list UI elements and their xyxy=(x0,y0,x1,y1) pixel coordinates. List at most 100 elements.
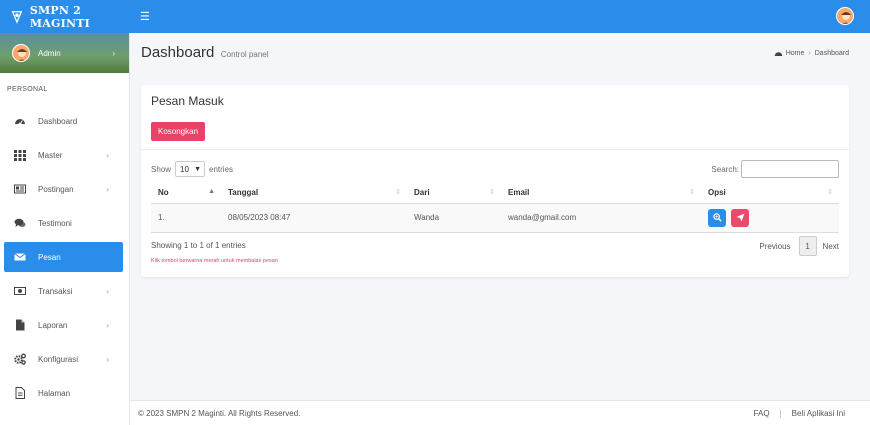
sidebar-item-label: Postingan xyxy=(38,184,74,194)
sidebar-item-label: Konfigurasi xyxy=(38,354,79,364)
sidebar-item-label: Transaksi xyxy=(38,286,73,296)
user-avatar[interactable] xyxy=(836,7,854,25)
sidebar-user-avatar xyxy=(12,44,30,62)
sort-icon: ⇕ xyxy=(827,189,833,196)
hamburger-menu-icon[interactable]: ☰ xyxy=(140,10,150,23)
sidebar-item-master[interactable]: Master › xyxy=(4,140,123,170)
content-header: Dashboard Control panel Home › Dashboard xyxy=(141,44,849,64)
breadcrumb: Home › Dashboard xyxy=(774,49,849,57)
sidebar-item-label: Laporan xyxy=(38,320,68,330)
show-label: Show xyxy=(151,164,172,174)
brand-name: SMPN 2 MAGINTI xyxy=(29,3,90,30)
top-navbar: SMPN 2 MAGINTI ☰ xyxy=(0,0,870,33)
show-entries: Show 10 ▼ entries xyxy=(151,161,233,177)
entries-value: 10 xyxy=(180,164,189,174)
sidebar-item-label: Dashboard xyxy=(38,116,78,126)
cell-tanggal: 08/05/2023 08:47 xyxy=(221,203,407,233)
pagination: Previous 1 Next xyxy=(753,236,839,256)
user-panel[interactable]: Admin › xyxy=(0,33,129,73)
breadcrumb-separator: › xyxy=(808,49,811,57)
sidebar-item-konfigurasi[interactable]: Konfigurasi › xyxy=(4,344,123,374)
reply-message-button[interactable] xyxy=(731,208,750,227)
pagination-previous[interactable]: Previous xyxy=(759,242,790,251)
sidebar-item-label: Testimoni xyxy=(38,218,72,228)
sort-icon: ⇕ xyxy=(689,189,695,196)
search-input[interactable] xyxy=(741,160,839,178)
entries-select[interactable]: 10 ▼ xyxy=(175,161,206,177)
sidebar-item-testimoni[interactable]: Testimoni xyxy=(4,208,123,238)
column-header-dari[interactable]: Dari ⇕ xyxy=(407,183,501,204)
sidebar: Admin › PERSONAL Dashboard Master › Post… xyxy=(0,33,130,425)
column-header-tanggal[interactable]: Tanggal ⇕ xyxy=(221,183,407,204)
footer-link-beli[interactable]: Beli Aplikasi Ini xyxy=(792,409,845,418)
breadcrumb-home[interactable]: Home xyxy=(786,50,805,57)
sidebar-item-laporan[interactable]: Laporan › xyxy=(4,310,123,340)
money-icon xyxy=(14,285,26,297)
box-title: Pesan Masuk xyxy=(151,94,224,108)
cell-opsi xyxy=(701,203,839,233)
sidebar-item-halaman[interactable]: Halaman xyxy=(4,378,123,408)
sidebar-item-pesan[interactable]: Pesan xyxy=(4,242,123,272)
reply-note: Klik tombol berwarna merah untuk membala… xyxy=(151,258,278,264)
chevron-right-icon: › xyxy=(112,48,115,58)
sidebar-item-label: Master xyxy=(38,150,63,160)
cell-email: wanda@gmail.com xyxy=(501,203,701,233)
avatar-face-icon xyxy=(837,8,853,24)
table-row: 1. 08/05/2023 08:47 Wanda wanda@gmail.co… xyxy=(151,203,839,233)
comments-icon xyxy=(14,217,26,229)
sidebar-item-label: Pesan xyxy=(38,252,61,262)
footer-link-faq[interactable]: FAQ xyxy=(754,409,770,418)
grid-icon xyxy=(14,149,26,161)
envelope-icon xyxy=(14,251,26,263)
pagination-next[interactable]: Next xyxy=(823,242,839,251)
sort-icon: ⇕ xyxy=(489,189,495,196)
kosongkan-button[interactable]: Kosongkan xyxy=(151,122,206,141)
table-header-row: No ▲ Tanggal ⇕ Dari ⇕ Email ⇕ Opsi ⇕ xyxy=(151,183,839,204)
dashboard-icon xyxy=(14,115,26,127)
sort-asc-icon: ▲ xyxy=(208,188,215,195)
paper-plane-icon xyxy=(736,213,745,222)
table-info: Showing 1 to 1 of 1 entries xyxy=(151,241,246,250)
brand[interactable]: SMPN 2 MAGINTI xyxy=(0,0,130,33)
file-icon xyxy=(14,319,26,331)
column-header-opsi[interactable]: Opsi ⇕ xyxy=(701,183,839,204)
column-header-email[interactable]: Email ⇕ xyxy=(501,183,701,204)
breadcrumb-current: Dashboard xyxy=(814,49,849,57)
page-title: Dashboard xyxy=(141,44,215,61)
messages-table: No ▲ Tanggal ⇕ Dari ⇕ Email ⇕ Opsi ⇕ 1. 08/05… xyxy=(151,183,839,233)
footer-copyright: © 2023 SMPN 2 Maginti. All Rights Reserv… xyxy=(138,408,301,418)
search-plus-icon xyxy=(712,213,722,222)
view-message-button[interactable] xyxy=(708,208,726,227)
sidebar-item-dashboard[interactable]: Dashboard xyxy=(4,106,123,136)
chevron-right-icon: › xyxy=(106,354,109,364)
newspaper-icon xyxy=(14,183,26,195)
cell-no: 1. xyxy=(151,203,221,233)
chevron-right-icon: › xyxy=(106,286,109,296)
pesan-masuk-box: Pesan Masuk Kosongkan Show 10 ▼ entries … xyxy=(141,85,849,277)
footer-links: FAQ | Beli Aplikasi Ini xyxy=(754,409,845,418)
sidebar-item-label: Halaman xyxy=(38,388,71,398)
sidebar-item-transaksi[interactable]: Transaksi › xyxy=(4,276,123,306)
search-wrap: Search: xyxy=(711,160,839,178)
chevron-down-icon: ▼ xyxy=(194,165,202,173)
avatar-face-icon xyxy=(13,45,29,61)
column-header-no[interactable]: No ▲ xyxy=(151,183,221,204)
pagination-page-current[interactable]: 1 xyxy=(798,236,817,256)
entries-label: entries xyxy=(209,164,234,174)
school-logo-icon xyxy=(11,10,23,24)
chevron-right-icon: › xyxy=(106,150,109,160)
cogs-icon xyxy=(14,353,26,365)
chevron-right-icon: › xyxy=(106,184,109,194)
chevron-right-icon: › xyxy=(106,320,109,330)
cell-dari: Wanda xyxy=(407,203,501,233)
sidebar-section-title: PERSONAL xyxy=(7,86,48,93)
sort-icon: ⇕ xyxy=(395,189,401,196)
sidebar-item-postingan[interactable]: Postingan › xyxy=(4,174,123,204)
box-divider xyxy=(141,149,849,150)
page-subtitle: Control panel xyxy=(220,50,269,59)
search-label: Search: xyxy=(711,164,739,174)
page-icon xyxy=(14,387,26,399)
footer-separator: | xyxy=(779,409,782,418)
dashboard-icon xyxy=(774,52,782,56)
sidebar-user-name: Admin xyxy=(38,48,61,58)
